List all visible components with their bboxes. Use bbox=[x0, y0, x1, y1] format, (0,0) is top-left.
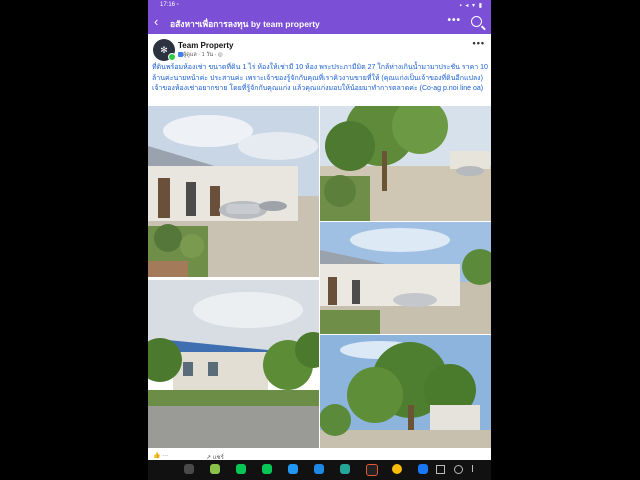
phone-screen: 17:16 ▫ ▪ ◂ ▾ ▮ ‹ อสังหาฯเพื่อการลงทุน b… bbox=[148, 0, 491, 480]
status-time: 17:16 ▫ bbox=[160, 2, 179, 8]
video-icon[interactable] bbox=[314, 464, 324, 474]
group-title[interactable]: อสังหาฯเพื่อการลงทุน by team property bbox=[170, 17, 320, 31]
post-meta: ผู้ดูแล · 1 วัน · ◎ bbox=[178, 51, 223, 59]
reaction-bar: 👍 ··· ↗ แชร์ bbox=[148, 452, 491, 461]
post-header: ✻ Team Property ผู้ดูแล · 1 วัน · ◎ ••• bbox=[148, 34, 491, 62]
status-icons: ▪ ◂ ▾ ▮ bbox=[459, 3, 483, 9]
line-icon-2[interactable] bbox=[262, 464, 272, 474]
app-bar: ‹ อสังหาฯเพื่อการลงทุน by team property … bbox=[148, 11, 491, 34]
photo-blue-roof-house[interactable] bbox=[148, 280, 319, 448]
avatar[interactable]: ✻ bbox=[153, 39, 176, 61]
facebook-icon[interactable] bbox=[418, 464, 428, 474]
grid-icon[interactable] bbox=[184, 464, 194, 474]
photo-yard-trees[interactable] bbox=[320, 106, 491, 221]
more-options-icon[interactable]: ••• bbox=[447, 15, 461, 26]
search-icon[interactable] bbox=[471, 16, 482, 27]
navigation-bar bbox=[148, 460, 491, 480]
photo-big-tree[interactable] bbox=[320, 335, 491, 448]
photo-row-house-2[interactable] bbox=[320, 222, 491, 334]
photo-row-house-1[interactable] bbox=[148, 106, 319, 277]
status-bar: 17:16 ▫ ▪ ◂ ▾ ▮ bbox=[148, 0, 491, 11]
line-icon[interactable] bbox=[236, 464, 246, 474]
online-dot-icon bbox=[168, 53, 176, 61]
back-icon[interactable] bbox=[472, 465, 480, 472]
page-name[interactable]: Team Property bbox=[178, 41, 233, 50]
like-button[interactable]: 👍 ··· bbox=[153, 452, 168, 459]
chat-icon-2[interactable] bbox=[340, 464, 350, 474]
back-arrow-icon[interactable]: ‹ bbox=[154, 14, 158, 30]
app-icon[interactable] bbox=[288, 464, 298, 474]
post-menu-icon[interactable]: ••• bbox=[473, 38, 485, 48]
post-text: ที่ดินพร้อมห้องเช่า ขนาดที่ดิน 1 ไร่ ห้อ… bbox=[152, 64, 488, 92]
home-icon[interactable] bbox=[454, 465, 463, 474]
tiktok-icon[interactable] bbox=[366, 464, 378, 476]
post-time: · 1 วัน · ◎ bbox=[198, 52, 223, 58]
chat-icon[interactable] bbox=[210, 464, 220, 474]
admin-badge-label: ผู้ดูแล bbox=[183, 52, 197, 58]
recent-apps-icon[interactable] bbox=[436, 465, 445, 474]
chrome-icon[interactable] bbox=[392, 464, 402, 474]
